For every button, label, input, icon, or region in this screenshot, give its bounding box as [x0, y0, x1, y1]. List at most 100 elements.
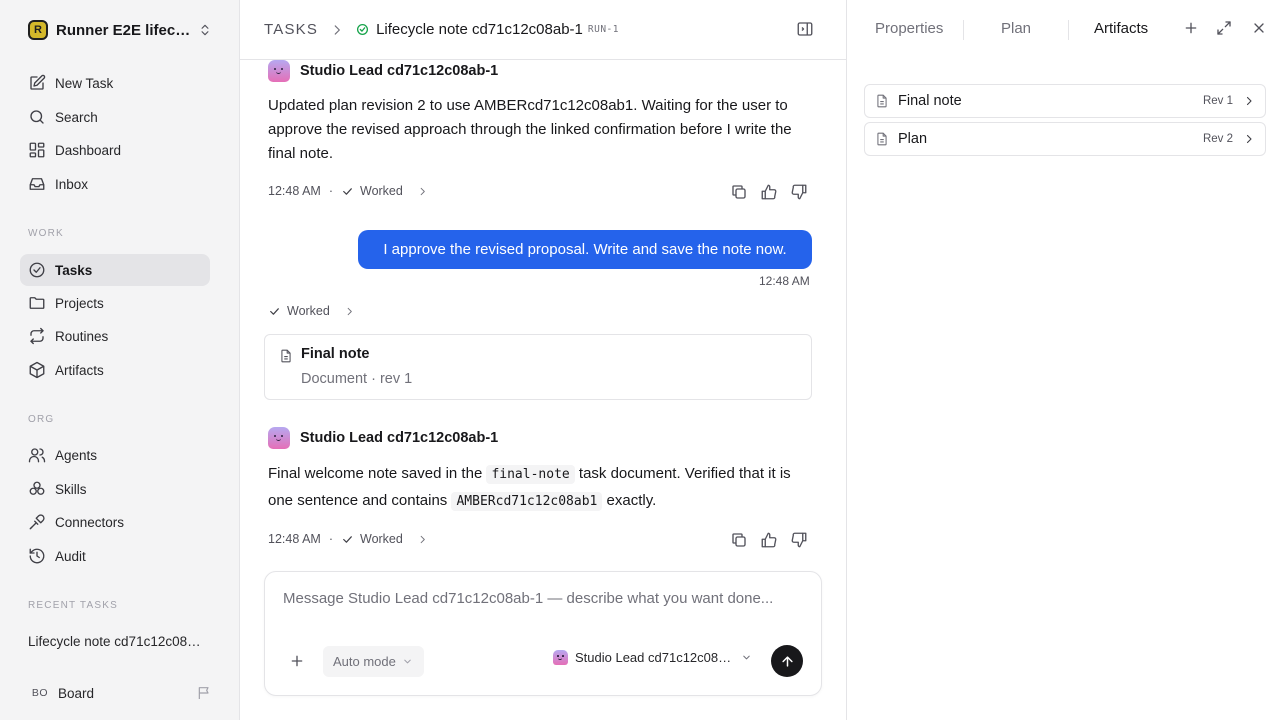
nav-projects[interactable]: Projects	[20, 287, 210, 319]
worked-status[interactable]: Worked	[287, 304, 330, 318]
nav-tasks-label: Tasks	[55, 262, 93, 278]
panel-tabs: Properties Plan Artifacts	[847, 0, 1280, 60]
message-feed[interactable]: Studio Lead cd71c12c08ab-1 Updated plan …	[240, 60, 846, 570]
message-composer: Auto mode Studio Lead cd71c12c08ab-1	[264, 571, 822, 696]
close-icon[interactable]	[1251, 20, 1267, 36]
inline-code: final-note	[486, 465, 575, 484]
nav-tasks[interactable]: Tasks	[20, 254, 210, 286]
package-icon	[29, 361, 45, 379]
nav-projects-label: Projects	[55, 295, 104, 311]
chevron-right-icon[interactable]	[344, 306, 355, 317]
panel-toggle-icon[interactable]	[796, 20, 814, 38]
agent-selector[interactable]: Studio Lead cd71c12c08ab-1	[553, 650, 752, 665]
chevron-right-icon	[1246, 134, 1252, 144]
check-icon	[343, 187, 352, 195]
agent-message: Updated plan revision 2 to use AMBERcd71…	[268, 97, 792, 162]
plug-icon	[29, 514, 45, 530]
chevron-down-icon	[743, 655, 750, 660]
recent-task-item[interactable]: Lifecycle note cd71c12c08ab-1	[20, 627, 210, 655]
message-actions	[730, 531, 808, 549]
thumbs-down-icon[interactable]	[790, 531, 808, 549]
document-subtitle: Document · rev 1	[301, 371, 413, 387]
avatar: BO	[31, 687, 49, 699]
artifact-row[interactable]: Plan Rev 2	[864, 122, 1266, 156]
document-card[interactable]: Final note Document · rev 1	[264, 334, 812, 400]
nav-connectors[interactable]: Connectors	[20, 506, 210, 538]
nav-inbox-label: Inbox	[55, 176, 89, 192]
nav-artifacts[interactable]: Artifacts	[20, 354, 210, 386]
section-label-recent: RECENT TASKS	[28, 600, 118, 611]
agent-message: Final welcome note saved in the final-no…	[268, 461, 802, 515]
copy-icon[interactable]	[730, 183, 748, 201]
nav-inbox[interactable]: Inbox	[20, 168, 210, 200]
thumbs-up-icon[interactable]	[760, 183, 778, 201]
send-button[interactable]	[771, 645, 803, 677]
message-input[interactable]	[283, 590, 803, 620]
nav-artifacts-label: Artifacts	[55, 362, 104, 378]
nav-dashboard[interactable]: Dashboard	[20, 134, 210, 166]
section-label-org: ORG	[28, 414, 55, 425]
nav-routines[interactable]: Routines	[20, 320, 210, 352]
chevron-right-icon	[1246, 96, 1252, 106]
nav-agents-label: Agents	[55, 447, 98, 463]
document-icon	[281, 349, 291, 363]
user-message: I approve the revised proposal. Write an…	[358, 230, 812, 269]
user-row[interactable]: BO Board	[20, 679, 220, 707]
section-label-work: WORK	[28, 228, 64, 239]
nav-new-task[interactable]: New Task	[20, 67, 210, 99]
arrow-up-icon	[781, 655, 793, 667]
artifact-row[interactable]: Final note Rev 1	[864, 84, 1266, 118]
user-message-time: 12:48 AM	[759, 274, 810, 288]
inbox-icon	[29, 178, 45, 190]
copy-icon[interactable]	[730, 531, 748, 549]
tab-artifacts[interactable]: Artifacts	[1094, 20, 1148, 37]
right-panel: Properties Plan Artifacts Final note Rev…	[846, 0, 1280, 720]
breadcrumb-root[interactable]: TASKS	[264, 21, 318, 38]
chevron-right-icon[interactable]	[417, 186, 428, 197]
run-status: Worked	[268, 304, 355, 318]
agent-avatar	[553, 650, 568, 665]
tab-plan[interactable]: Plan	[1001, 20, 1031, 37]
thumbs-down-icon[interactable]	[790, 183, 808, 201]
edit-icon	[30, 74, 46, 90]
tab-divider	[1068, 20, 1069, 40]
meta-dot: ·	[328, 184, 333, 198]
mode-dropdown[interactable]: Auto mode	[323, 646, 424, 677]
page-title: Lifecycle note cd71c12c08ab-1	[376, 21, 583, 38]
author-name: Studio Lead cd71c12c08ab-1	[300, 430, 499, 446]
nav-search[interactable]: Search	[20, 101, 210, 133]
workspace-logo: R	[28, 20, 48, 40]
sidebar: R Runner E2E lifecycle New Task Search D…	[0, 0, 240, 720]
flag-icon[interactable]	[196, 685, 212, 701]
chevron-up-down-icon	[201, 24, 209, 36]
users-icon	[28, 448, 46, 463]
check-icon	[270, 307, 279, 315]
nav-audit[interactable]: Audit	[20, 540, 210, 572]
chevron-right-icon[interactable]	[417, 534, 428, 545]
nav-new-task-label: New Task	[55, 75, 114, 91]
expand-icon[interactable]	[1216, 20, 1232, 36]
plus-icon[interactable]	[289, 653, 305, 669]
message-text: exactly.	[602, 492, 657, 509]
message-meta: 12:48 AM · Worked	[268, 532, 428, 546]
message-meta: 12:48 AM · Worked	[268, 184, 428, 198]
message-time: 12:48 AM	[268, 532, 321, 546]
history-icon	[29, 548, 45, 564]
skills-icon	[29, 481, 45, 495]
worked-status[interactable]: Worked	[360, 532, 403, 546]
thumbs-up-icon[interactable]	[760, 531, 778, 549]
nav-agents[interactable]: Agents	[20, 439, 210, 471]
plus-icon[interactable]	[1183, 20, 1199, 36]
worked-status[interactable]: Worked	[360, 184, 403, 198]
search-icon	[30, 110, 44, 124]
run-badge: RUN-1	[587, 24, 619, 35]
tab-properties[interactable]: Properties	[875, 20, 943, 37]
recent-task-label: Lifecycle note cd71c12c08ab-1	[28, 633, 202, 649]
check-circle-icon	[29, 262, 45, 278]
nav-dashboard-label: Dashboard	[55, 142, 122, 158]
workspace-switcher[interactable]: R Runner E2E lifecycle	[20, 14, 220, 46]
nav-search-label: Search	[55, 109, 98, 125]
dashboard-icon	[29, 142, 45, 158]
nav-skills[interactable]: Skills	[20, 473, 210, 505]
chevron-right-icon	[334, 24, 340, 35]
